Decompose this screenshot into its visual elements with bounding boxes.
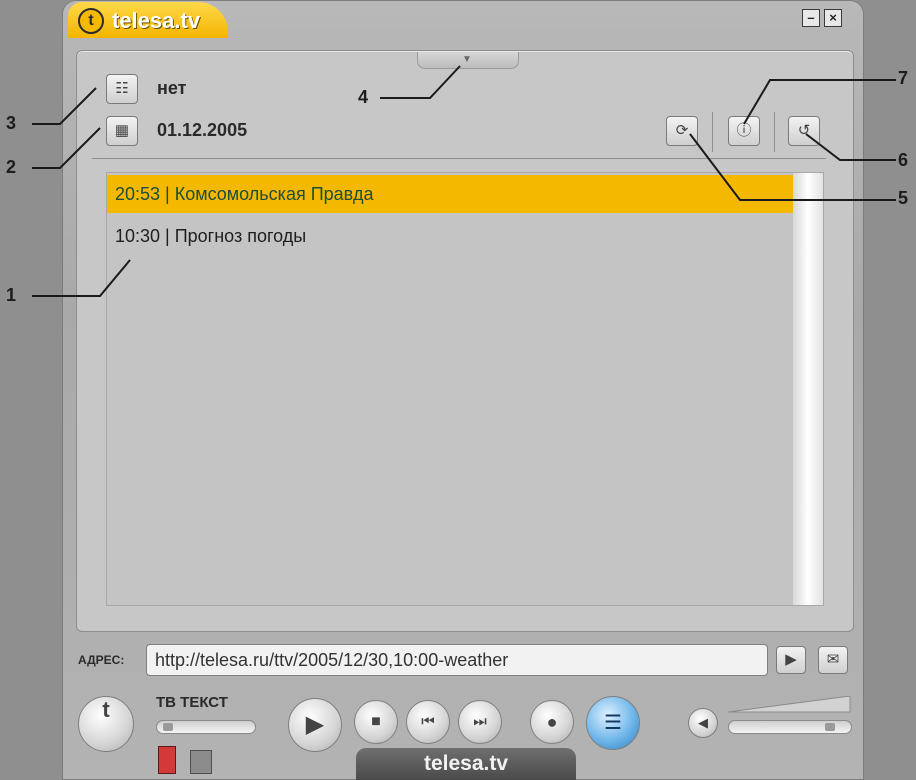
leader-7: [743, 79, 896, 125]
leader-5: [689, 133, 896, 201]
annotation-6: 6: [898, 150, 909, 170]
leader-2: [32, 127, 101, 169]
annotation-4: 4: [358, 87, 369, 107]
annotation-1: 1: [6, 285, 17, 305]
leader-3: [32, 87, 97, 125]
leader-4: [380, 65, 461, 99]
leader-1: [32, 259, 131, 297]
annotation-3: 3: [6, 113, 17, 133]
annotation-7: 7: [898, 68, 909, 88]
leader-6: [805, 133, 896, 161]
annotation-5: 5: [898, 188, 909, 208]
annotation-leaders: [32, 65, 896, 297]
annotation-2: 2: [6, 157, 17, 177]
